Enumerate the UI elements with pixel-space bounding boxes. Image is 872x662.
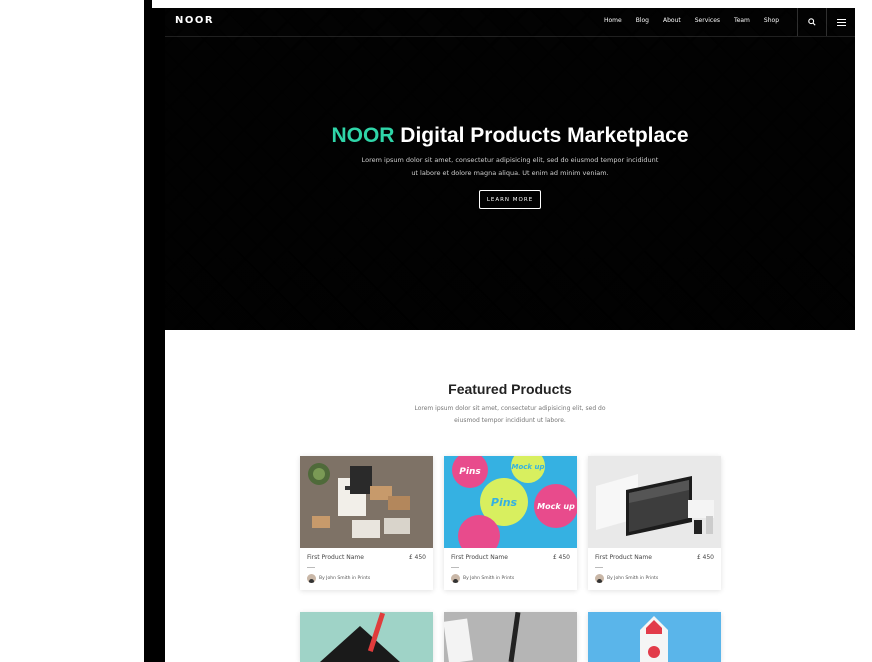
product-price-1: £ 450: [408, 554, 426, 561]
business-card-mockup-image: [444, 612, 577, 662]
product-name-1: First Product Name: [307, 554, 364, 561]
author-avatar: [307, 574, 316, 583]
nav-item-about[interactable]: About: [663, 17, 681, 24]
hero-title-text: Digital Products Marketplace: [394, 124, 689, 147]
search-button[interactable]: [797, 8, 826, 36]
divider: [451, 567, 459, 568]
stationery-mockup-image: [300, 456, 433, 548]
product-card-2[interactable]: Pins Mock up Pins Mock up First Product …: [444, 456, 577, 590]
featured-title: Featured Products: [448, 381, 572, 397]
author-avatar: [451, 574, 460, 583]
milk-carton-mockup-image: [588, 612, 721, 662]
hero-title-accent: NOOR: [331, 124, 395, 147]
product-price-2: £ 450: [552, 554, 570, 561]
nav-item-home[interactable]: Home: [604, 17, 622, 24]
hero-section: NOOR Home Blog About Services Team Shop: [165, 8, 855, 330]
product-card-3[interactable]: First Product Name £ 450 By John Smith i…: [588, 456, 721, 590]
product-name-2: First Product Name: [451, 554, 508, 561]
frame-edge: [144, 0, 152, 8]
product-author-3[interactable]: By John Smith in Prints: [607, 576, 658, 581]
nav-item-blog[interactable]: Blog: [636, 17, 649, 24]
author-avatar: [595, 574, 604, 583]
nav-item-services[interactable]: Services: [695, 17, 720, 24]
search-icon: [808, 18, 816, 26]
main-menu: Home Blog About Services Team Shop: [604, 17, 779, 24]
product-price-3: £ 450: [696, 554, 714, 561]
website: NOOR Home Blog About Services Team Shop: [165, 8, 855, 662]
badge-text: Mock up: [511, 463, 544, 471]
nav-item-shop[interactable]: Shop: [764, 17, 779, 24]
product-author-2[interactable]: By John Smith in Prints: [463, 576, 514, 581]
product-image-2: Pins Mock up Pins Mock up: [444, 456, 577, 548]
product-card-4[interactable]: [300, 612, 433, 662]
hamburger-menu-icon: [836, 18, 846, 26]
product-card-6[interactable]: [588, 612, 721, 662]
badge-text: Pins: [459, 467, 481, 477]
divider: [307, 567, 315, 568]
notebook-mockup-image: [300, 612, 433, 662]
top-navigation: NOOR Home Blog About Services Team Shop: [165, 8, 855, 37]
divider: [595, 567, 603, 568]
featured-description: Lorem ipsum dolor sit amet, consectetur …: [414, 405, 606, 424]
product-card-1[interactable]: First Product Name £ 450 By John Smith i…: [300, 456, 433, 590]
badge-text: Pins: [491, 496, 518, 509]
devices-mockup-image: [588, 456, 721, 548]
product-name-3: First Product Name: [595, 554, 652, 561]
product-author-1[interactable]: By John Smith in Prints: [319, 576, 370, 581]
badge-text: Mock up: [537, 502, 575, 511]
learn-more-button[interactable]: LEARN MORE: [479, 190, 541, 209]
hero-title: NOOR Digital Products Marketplace: [165, 124, 855, 148]
menu-button[interactable]: [826, 8, 855, 36]
product-image-1: [300, 456, 433, 548]
pins-mockup-image: Pins Mock up Pins Mock up: [444, 456, 577, 548]
hero-description: Lorem ipsum dolor sit amet, consectetur …: [361, 156, 659, 177]
product-card-5[interactable]: [444, 612, 577, 662]
nav-item-team[interactable]: Team: [734, 17, 750, 24]
product-image-3: [588, 456, 721, 548]
site-logo[interactable]: NOOR: [175, 15, 214, 26]
